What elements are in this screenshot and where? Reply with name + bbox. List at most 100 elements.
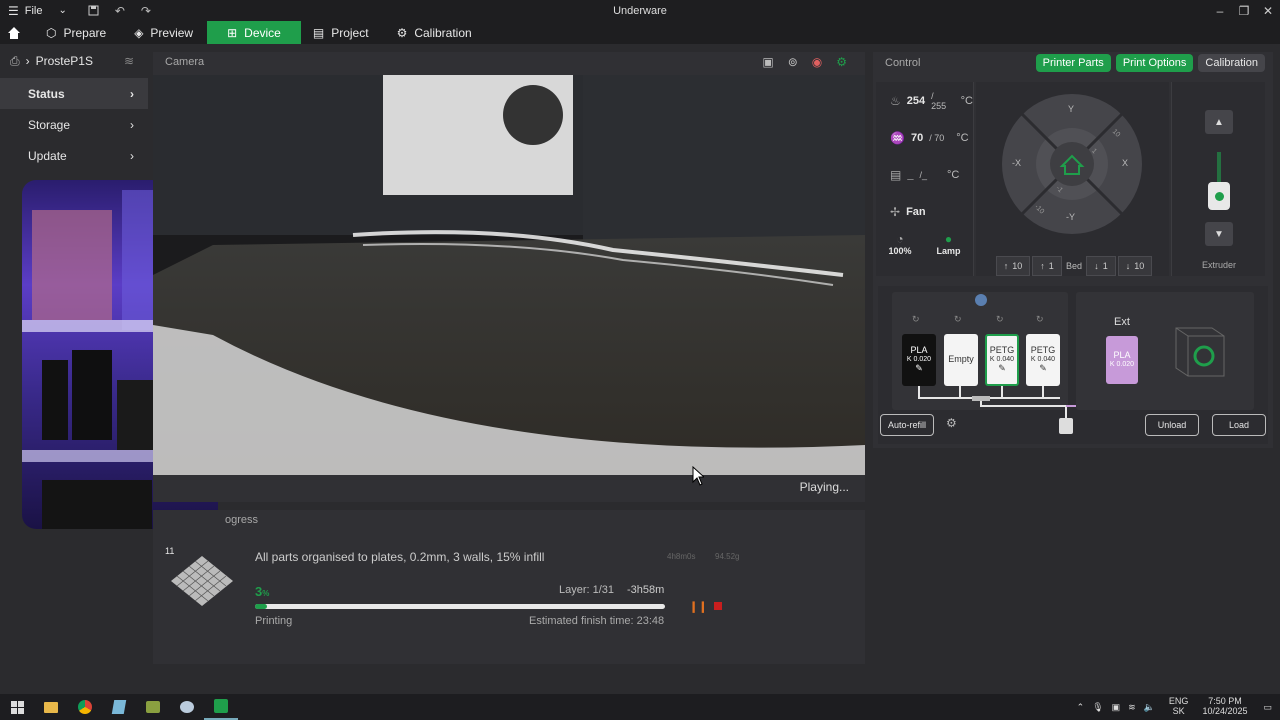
- arrow-down-icon: ↓: [1125, 261, 1131, 271]
- extruder-up-button[interactable]: ▲: [1205, 110, 1233, 134]
- device-icon: ⊞: [227, 25, 238, 40]
- arrow-down-icon: ↓: [1094, 261, 1099, 271]
- jog-y-plus[interactable]: Y: [1068, 104, 1074, 114]
- bed-up-10-button[interactable]: ↑ 10: [996, 256, 1030, 276]
- extruder-area: ▲ ▼ Extruder: [1171, 82, 1265, 276]
- project-icon: ▤: [312, 25, 325, 40]
- progress-bar-fill: [255, 604, 268, 609]
- chevron-down-icon[interactable]: ⌄: [59, 5, 67, 16]
- lamp-icon: ●: [944, 232, 953, 246]
- camera-settings-icon[interactable]: ⚙: [836, 55, 847, 69]
- chevron-right-icon: ›: [130, 148, 134, 163]
- windows-start-icon[interactable]: [0, 694, 34, 720]
- printer-box-icon: [1175, 327, 1225, 377]
- stop-icon[interactable]: [714, 602, 722, 610]
- auto-refill-button[interactable]: Auto-refill: [880, 414, 934, 436]
- print-state: Printing: [255, 615, 293, 627]
- timelapse-icon[interactable]: ▣: [762, 55, 773, 69]
- jog-x-minus[interactable]: -X: [1012, 158, 1021, 168]
- plate-thumbnail[interactable]: [171, 556, 233, 609]
- chrome-icon[interactable]: [68, 694, 102, 720]
- undo-icon[interactable]: ↶: [107, 0, 133, 21]
- speedometer-icon: ◔: [896, 232, 904, 246]
- fan-icon: ✢: [890, 204, 901, 219]
- printer-icon: ⎙: [10, 53, 20, 68]
- finish-time: Estimated finish time: 23:48: [529, 615, 665, 627]
- tab-preview[interactable]: ◈ Preview: [120, 21, 207, 44]
- chevron-right-icon: ›: [130, 117, 134, 132]
- home-icon[interactable]: [0, 21, 28, 44]
- file-explorer-icon[interactable]: [34, 694, 68, 720]
- tab-prepare[interactable]: ⬡ Prepare: [28, 21, 120, 44]
- notification-icon[interactable]: ▭: [1263, 702, 1272, 713]
- sidebar-item-storage[interactable]: Storage ›: [0, 109, 148, 140]
- jog-y-minus[interactable]: -Y: [1066, 212, 1075, 222]
- print-time: 4h8m0s: [667, 552, 696, 561]
- remaining-time: -3h58m: [627, 584, 665, 596]
- control-title: Control: [885, 57, 921, 69]
- ext-spool-slot[interactable]: PLA K 0.020: [1106, 336, 1138, 384]
- maximize-icon[interactable]: ❐: [1232, 0, 1256, 21]
- lamp-toggle[interactable]: ● Lamp: [936, 232, 960, 256]
- speed-control[interactable]: ◔ 100%: [888, 232, 911, 256]
- bed-temp[interactable]: ♒ 70 / 70 °C: [876, 119, 973, 156]
- sidebar-item-update[interactable]: Update ›: [0, 140, 148, 171]
- ams-settings-icon[interactable]: ⚙: [946, 416, 957, 430]
- temperature-column: ♨ 254 / 255 °C ♒ 70 / 70 °C ▤ _ /_ °C ✢ …: [876, 82, 974, 276]
- camera-title: Camera: [165, 56, 205, 68]
- extruder-down-button[interactable]: ▼: [1205, 222, 1233, 246]
- camera-stream[interactable]: [153, 75, 865, 475]
- save-icon[interactable]: [81, 0, 107, 21]
- redo-icon[interactable]: ↷: [133, 0, 159, 21]
- microphone-icon[interactable]: 🎙: [1092, 702, 1103, 713]
- minimize-icon[interactable]: –: [1208, 0, 1232, 21]
- printer-parts-button[interactable]: Printer Parts: [1035, 54, 1111, 72]
- close-icon[interactable]: ✕: [1256, 0, 1280, 21]
- unload-button[interactable]: Unload: [1145, 414, 1199, 436]
- network-icon[interactable]: ▣: [1112, 702, 1121, 713]
- language-indicator[interactable]: ENG SK: [1169, 696, 1189, 717]
- arrow-up-icon: ↑: [1003, 261, 1009, 271]
- tab-calibration[interactable]: ⚙ Calibration: [383, 21, 486, 44]
- game-app-icon[interactable]: [136, 694, 170, 720]
- calibration-button[interactable]: Calibration: [1198, 54, 1265, 72]
- bed-up-1-button[interactable]: ↑ 1: [1032, 256, 1062, 276]
- sidebar-item-status[interactable]: Status ›: [0, 78, 148, 109]
- slicer-app-icon[interactable]: [170, 694, 204, 720]
- printer-name: ProsteP1S: [35, 54, 93, 68]
- volume-icon[interactable]: 🔈: [1144, 702, 1155, 713]
- job-name: All parts organised to plates, 0.2mm, 3 …: [255, 550, 545, 564]
- fan-control[interactable]: ✢ Fan: [876, 193, 973, 230]
- camera-status: Playing...: [799, 480, 849, 494]
- bambu-studio-icon[interactable]: [204, 694, 238, 720]
- print-options-button[interactable]: Print Options: [1115, 54, 1194, 72]
- file-menu[interactable]: File: [25, 5, 43, 17]
- tab-project[interactable]: ▤ Project: [301, 21, 383, 44]
- webcam-icon[interactable]: ◉: [812, 55, 822, 69]
- bed-down-1-button[interactable]: ↓ 1: [1086, 256, 1117, 276]
- ams-area: ↻ ↻ ↻ ↻ PLA K 0.020 ✎ Empty PETG K 0.040…: [878, 286, 1268, 444]
- arrow-up-icon: ↑: [1040, 261, 1045, 271]
- record-icon[interactable]: ⊚: [788, 55, 798, 69]
- tray-chevron-icon[interactable]: ⌃: [1077, 702, 1085, 713]
- main-navbar: ⬡ Prepare ◈ Preview ⊞ Device ▤ Project ⚙ Cali…: [0, 21, 1280, 44]
- layers-icon: ◈: [134, 25, 144, 40]
- hamburger-icon[interactable]: ☰: [8, 4, 19, 18]
- progress-bar: [255, 604, 665, 609]
- clock[interactable]: 7:50 PM 10/24/2025: [1202, 696, 1247, 717]
- pause-icon[interactable]: ❙❙: [689, 600, 707, 613]
- printer-selector[interactable]: ⎙ › ProsteP1S ≋: [0, 44, 148, 78]
- jog-x-plus[interactable]: X: [1122, 158, 1128, 168]
- bed-down-10-button[interactable]: ↓ 10: [1118, 256, 1153, 276]
- nozzle-temp[interactable]: ♨ 254 / 255 °C: [876, 82, 973, 119]
- tab-device[interactable]: ⊞ Device: [207, 21, 301, 44]
- taskbar: ⌃ 🎙 ▣ ≋ 🔈 ENG SK 7:50 PM 10/24/2025 ▭: [0, 694, 1280, 720]
- chamber-temp[interactable]: ▤ _ /_ °C: [876, 156, 973, 193]
- notes-app-icon[interactable]: [102, 694, 136, 720]
- chevron-right-icon: ›: [130, 86, 134, 101]
- wifi-icon[interactable]: ≋: [1128, 702, 1136, 713]
- load-button[interactable]: Load: [1212, 414, 1266, 436]
- nozzle-icon: ♨: [890, 93, 901, 108]
- heatbed-icon: ♒: [890, 130, 905, 145]
- print-progress-panel: ogress 11 All parts organised to plates,…: [153, 510, 865, 664]
